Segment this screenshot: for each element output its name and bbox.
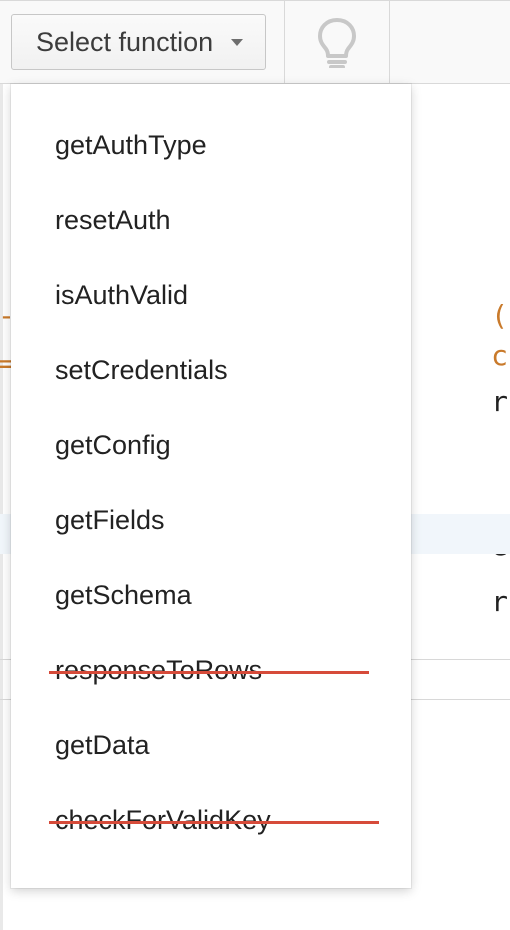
menu-item-isAuthValid[interactable]: isAuthValid bbox=[11, 258, 411, 333]
menu-item-label: getFields bbox=[55, 505, 165, 535]
menu-item-label: isAuthValid bbox=[55, 280, 188, 310]
menu-item-setCredentials[interactable]: setCredentials bbox=[11, 333, 411, 408]
dropdown-caret-icon bbox=[231, 39, 243, 46]
code-fragment: e bbox=[491, 528, 508, 564]
menu-item-getSchema[interactable]: getSchema bbox=[11, 558, 411, 633]
code-fragment: r bbox=[491, 584, 508, 620]
select-function-label: Select function bbox=[36, 27, 213, 58]
menu-item-getData[interactable]: getData bbox=[11, 708, 411, 783]
menu-item-getFields[interactable]: getFields bbox=[11, 483, 411, 558]
menu-item-label: getData bbox=[55, 730, 150, 760]
select-function-button[interactable]: Select function bbox=[11, 14, 266, 70]
code-fragment: r bbox=[491, 384, 508, 420]
hint-cell bbox=[285, 1, 389, 83]
menu-item-label: getConfig bbox=[55, 430, 171, 460]
menu-item-label: setCredentials bbox=[55, 355, 228, 385]
strike-annotation bbox=[49, 671, 369, 674]
lightbulb-icon[interactable] bbox=[315, 16, 359, 68]
menu-item-responseToRows[interactable]: responseToRows bbox=[11, 633, 411, 708]
menu-item-label: getSchema bbox=[55, 580, 192, 610]
toolbar: Select function bbox=[0, 0, 510, 84]
menu-item-resetAuth[interactable]: resetAuth bbox=[11, 183, 411, 258]
code-fragment: ( bbox=[491, 298, 508, 334]
code-fragment: c bbox=[491, 338, 508, 374]
menu-item-getAuthType[interactable]: getAuthType bbox=[11, 108, 411, 183]
menu-item-label: resetAuth bbox=[55, 205, 171, 235]
menu-item-label: checkForValidKey bbox=[55, 805, 271, 835]
menu-item-checkForValidKey[interactable]: checkForValidKey bbox=[11, 783, 411, 858]
menu-item-getConfig[interactable]: getConfig bbox=[11, 408, 411, 483]
menu-item-label: getAuthType bbox=[55, 130, 207, 160]
toolbar-divider bbox=[389, 1, 390, 83]
strike-annotation bbox=[49, 821, 379, 824]
menu-item-label: responseToRows bbox=[55, 655, 262, 685]
function-dropdown: getAuthType resetAuth isAuthValid setCreden… bbox=[11, 84, 411, 888]
select-function-cell: Select function bbox=[0, 1, 284, 83]
